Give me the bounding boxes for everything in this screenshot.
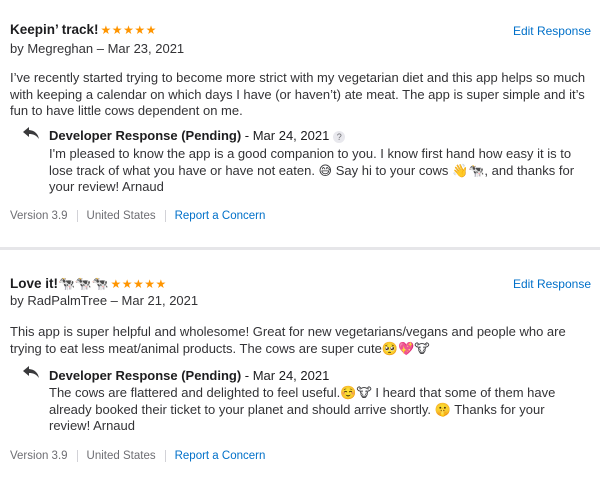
question-mark-icon[interactable]: ? xyxy=(333,130,346,143)
reply-arrow-icon xyxy=(23,366,39,378)
meta-divider xyxy=(76,210,78,222)
developer-response-body: I'm pleased to know the app is a good co… xyxy=(49,146,575,194)
meta-divider xyxy=(164,210,166,222)
developer-response-header: Developer Response (Pending) - Mar 24, 2… xyxy=(49,368,329,383)
app-version: Version 3.9 xyxy=(10,210,68,223)
review-byline: by RadPalmTree – Mar 21, 2021 xyxy=(10,293,199,308)
star-rating: ★★★★★ xyxy=(100,23,157,37)
review-title: Keepin’ track! ★★★★★ xyxy=(10,22,157,37)
report-concern-link[interactable]: Report a Concern xyxy=(175,450,266,462)
review-card: Keepin’ track! ★★★★★ Edit Response by Meg… xyxy=(0,0,600,247)
edit-response-link[interactable]: Edit Response xyxy=(513,24,591,38)
app-version: Version 3.9 xyxy=(10,450,68,463)
review-meta: Version 3.9 United States Report a Concern xyxy=(10,450,265,462)
edit-response-link[interactable]: Edit Response xyxy=(513,277,591,291)
review-card: Love it!🐄🐄🐄 ★★★★★ Edit Response by RadPal… xyxy=(0,250,600,489)
review-title: Love it!🐄🐄🐄 ★★★★★ xyxy=(10,276,167,292)
review-title-text: Keepin’ track! xyxy=(10,22,99,37)
developer-response-label: Developer Response (Pending) xyxy=(49,368,242,383)
developer-response-body: The cows are flattered and delighted to … xyxy=(49,385,556,433)
star-rating: ★★★★★ xyxy=(110,277,167,291)
review-meta: Version 3.9 United States Report a Concern xyxy=(10,210,265,222)
meta-divider xyxy=(164,450,166,462)
developer-response-date: - Mar 24, 2021 xyxy=(241,128,330,143)
review-body: This app is super helpful and wholesome!… xyxy=(10,324,566,356)
review-body: I’ve recently started trying to become m… xyxy=(10,70,586,118)
developer-response-label: Developer Response (Pending) xyxy=(49,128,242,143)
report-concern-link[interactable]: Report a Concern xyxy=(175,210,266,222)
developer-response-date: - Mar 24, 2021 xyxy=(241,368,330,383)
developer-response-header: Developer Response (Pending) - Mar 24, 2… xyxy=(49,128,346,143)
review-title-text: Love it!🐄🐄🐄 xyxy=(10,276,109,291)
review-country: United States xyxy=(86,450,156,463)
reply-arrow-icon xyxy=(23,127,39,139)
meta-divider xyxy=(76,450,78,462)
review-byline: by Megreghan – Mar 23, 2021 xyxy=(10,41,185,56)
review-country: United States xyxy=(86,210,156,223)
